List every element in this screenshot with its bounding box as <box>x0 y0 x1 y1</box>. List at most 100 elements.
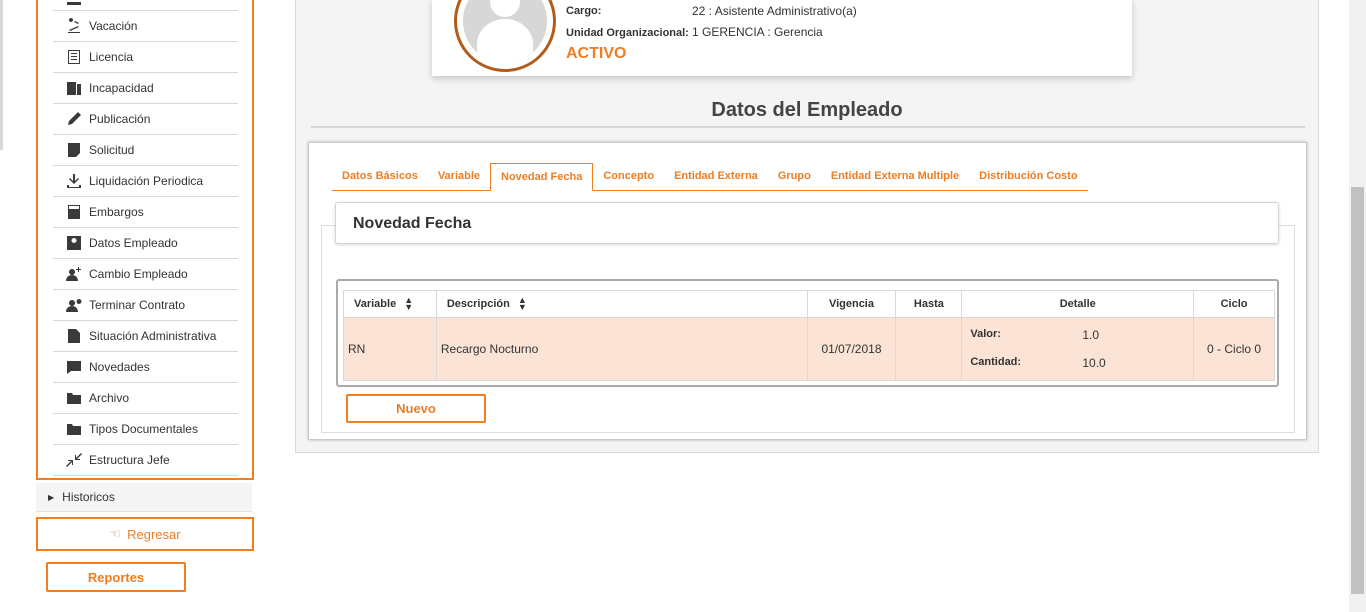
sort-icon: ▲ ▼ <box>517 295 527 312</box>
cantidad-label: Cantidad: <box>970 356 1022 368</box>
detail-grid: Valor: 1.0 Cantidad: 10.0 <box>966 328 1189 370</box>
cell-ciclo: 0 - Ciclo 0 <box>1193 317 1275 381</box>
vacation-icon <box>65 18 83 34</box>
regresar-label: Regresar <box>127 526 181 542</box>
sidebar-menu: Vacación Licencia Incapacidad Publicació… <box>36 0 254 480</box>
request-icon <box>65 142 83 158</box>
menu-item-licencia[interactable]: Licencia <box>53 42 238 73</box>
menu-item-situacion-administrativa[interactable]: Situación Administrativa <box>53 321 238 352</box>
compress-icon <box>65 452 83 468</box>
menu-item-label: Liquidación Periodica <box>89 174 204 188</box>
employee-data-content: Datos Básicos Variable Novedad Fecha Con… <box>308 142 1307 440</box>
cell-variable: RN <box>343 317 437 381</box>
divider <box>311 126 1305 128</box>
menu-item-label: Embargos <box>89 205 144 219</box>
column-header-ciclo: Ciclo <box>1193 290 1275 318</box>
header-label: Descripción <box>446 297 510 310</box>
cantidad-value: 10.0 <box>1082 356 1106 370</box>
menu-item-top[interactable] <box>53 0 238 11</box>
cargo-value: 22 : Asistente Administrativo(a) <box>692 4 857 18</box>
tab-distribucion-costo[interactable]: Distribución Costo <box>969 163 1087 190</box>
menu-item-cambio-empleado[interactable]: Cambio Empleado <box>53 259 238 290</box>
tab-novedad-fecha[interactable]: Novedad Fecha <box>490 163 594 191</box>
page-title: Datos del Empleado <box>711 99 903 121</box>
status-badge: ACTIVO <box>566 45 627 62</box>
menu-item-publicacion[interactable]: Publicación <box>53 104 238 135</box>
license-icon <box>65 49 83 65</box>
avatar-placeholder-icon <box>463 0 547 63</box>
sort-icon: ▲ ▼ <box>404 295 414 312</box>
panel-title: Novedad Fecha <box>335 202 1279 244</box>
menu-item-tipos-documentales[interactable]: Tipos Documentales <box>53 414 238 445</box>
tab-grupo[interactable]: Grupo <box>768 163 821 190</box>
left-edge-strip <box>0 0 3 150</box>
tab-entidad-externa-multiple[interactable]: Entidad Externa Multiple <box>821 163 969 190</box>
menu-item-incapacidad[interactable]: Incapacidad <box>53 73 238 104</box>
regresar-button[interactable]: ☜ Regresar <box>36 517 254 551</box>
menu-item-label: Vacación <box>89 19 138 33</box>
menu-list: Vacación Licencia Incapacidad Publicació… <box>53 0 238 476</box>
cell-descripcion: Recargo Nocturno <box>435 317 808 381</box>
employee-card-icon <box>65 235 83 251</box>
employee-profile-card: Cargo: 22 : Asistente Administrativo(a) … <box>432 0 1132 76</box>
menu-item-vacacion[interactable]: Vacación <box>53 11 238 42</box>
tab-variable[interactable]: Variable <box>428 163 490 190</box>
novedad-table: Variable ▲ ▼ Descripción ▲ ▼ Vigencia Hast… <box>343 290 1275 381</box>
document-icon <box>65 328 83 344</box>
menu-item-label: Novedades <box>89 360 150 374</box>
menu-item-label: Cambio Empleado <box>89 267 188 281</box>
column-header-descripcion[interactable]: Descripción ▲ ▼ <box>435 290 808 318</box>
menu-item-liquidacion-periodica[interactable]: Liquidación Periodica <box>53 166 238 197</box>
menu-item-estructura-jefe[interactable]: Estructura Jefe <box>53 445 238 476</box>
caret-right-icon: ▶ <box>48 492 55 502</box>
tab-bar: Datos Básicos Variable Novedad Fecha Con… <box>332 163 1088 191</box>
reportes-button[interactable]: Reportes <box>46 562 186 592</box>
download-icon <box>65 173 83 189</box>
folder-icon <box>65 421 83 437</box>
calculator-icon <box>65 204 83 220</box>
menu-item-label: Tipos Documentales <box>89 422 198 436</box>
menu-item-terminar-contrato[interactable]: Terminar Contrato <box>53 290 238 321</box>
menu-item-label: Estructura Jefe <box>89 453 170 467</box>
publication-icon <box>65 111 83 127</box>
scrollbar-thumb[interactable] <box>1351 187 1364 594</box>
main-panel: Cargo: 22 : Asistente Administrativo(a) … <box>295 0 1319 453</box>
unidad-value: 1 GERENCIA : Gerencia <box>692 25 823 39</box>
table-row[interactable]: RN Recargo Nocturno 01/07/2018 Valor: 1.… <box>343 317 1275 381</box>
menu-item-archivo[interactable]: Archivo <box>53 383 238 414</box>
cargo-label: Cargo: <box>566 5 602 17</box>
folder-icon <box>65 390 83 406</box>
page-scrollbar[interactable] <box>1349 0 1366 612</box>
hand-point-left-icon: ☜ <box>109 526 122 541</box>
menu-item-label: Publicación <box>89 112 151 126</box>
cell-hasta <box>895 317 963 381</box>
column-header-variable[interactable]: Variable ▲ ▼ <box>343 290 437 318</box>
menu-item-datos-empleado[interactable]: Datos Empleado <box>53 228 238 259</box>
header-label: Variable <box>354 297 397 310</box>
valor-value: 1.0 <box>1082 328 1100 342</box>
column-header-vigencia: Vigencia <box>806 290 897 318</box>
menu-item-novedades[interactable]: Novedades <box>53 352 238 383</box>
tab-entidad-externa[interactable]: Entidad Externa <box>664 163 768 190</box>
cell-detalle: Valor: 1.0 Cantidad: 10.0 <box>961 317 1195 381</box>
menu-item-label: Datos Empleado <box>89 236 178 250</box>
menu-item-label: Licencia <box>89 50 134 64</box>
tab-concepto[interactable]: Concepto <box>593 163 664 190</box>
menu-item-embargos[interactable]: Embargos <box>53 197 238 228</box>
valor-label: Valor: <box>970 328 1001 340</box>
column-header-hasta: Hasta <box>895 290 963 318</box>
unidad-label: Unidad Organizacional: <box>566 27 689 39</box>
historicos-label: Historicos <box>62 490 115 504</box>
cell-vigencia: 01/07/2018 <box>806 317 897 381</box>
novedad-table-container: Variable ▲ ▼ Descripción ▲ ▼ Vigencia Hast… <box>336 279 1279 387</box>
historicos-toggle[interactable]: ▶ Historicos <box>36 483 252 512</box>
tab-datos-basicos[interactable]: Datos Básicos <box>332 163 428 190</box>
user-add-icon <box>65 266 83 282</box>
menu-item-solicitud[interactable]: Solicitud <box>53 135 238 166</box>
menu-item-label: Terminar Contrato <box>89 298 186 312</box>
menu-item-label: Archivo <box>89 391 130 405</box>
menu-item-label: Incapacidad <box>89 81 154 95</box>
nuevo-button[interactable]: Nuevo <box>346 394 486 423</box>
avatar <box>454 0 556 72</box>
disability-icon <box>65 80 83 96</box>
